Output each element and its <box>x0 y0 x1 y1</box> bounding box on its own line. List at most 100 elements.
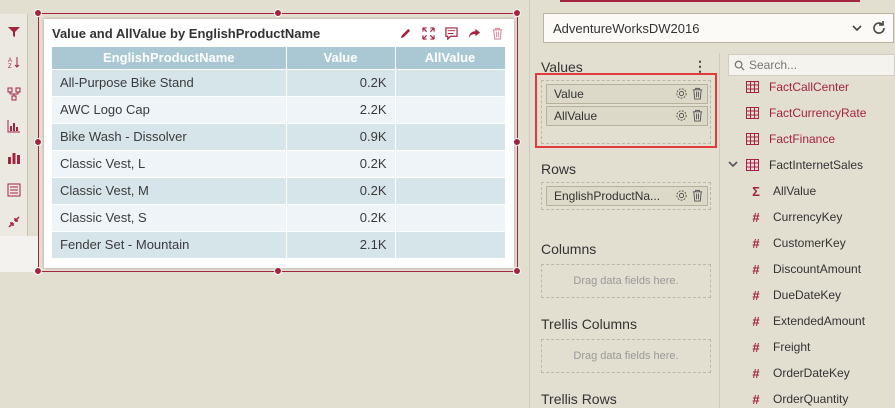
chart-settings-icon[interactable] <box>4 116 24 136</box>
gear-icon[interactable] <box>675 189 688 202</box>
drop-placeholder: Drag data fields here. <box>573 350 679 362</box>
fields-separator <box>719 53 720 408</box>
tree-item-table[interactable]: FactFinance <box>745 132 835 146</box>
tree-item-label: AllValue <box>773 184 817 198</box>
resize-handle[interactable] <box>34 138 42 146</box>
tree-item-label: Freight <box>773 340 811 354</box>
value-cell: 0.2K <box>286 203 396 231</box>
table-row: Bike Wash - Dissolver 0.9K <box>52 122 506 150</box>
table-row: Classic Vest, M 0.2K <box>52 176 506 204</box>
delete-icon[interactable] <box>489 25 506 42</box>
column-header[interactable]: EnglishProductName <box>52 47 287 69</box>
tree-item-field[interactable]: # ExtendedAmount <box>749 313 866 329</box>
tree-item-field[interactable]: # CurrencyKey <box>749 209 842 225</box>
tree-item-measure[interactable]: Σ AllValue <box>749 183 817 199</box>
tree-item-field[interactable]: # OrderDateKey <box>749 366 849 381</box>
share-icon[interactable] <box>466 25 483 42</box>
edit-icon[interactable] <box>397 25 414 42</box>
trash-icon[interactable] <box>691 189 704 202</box>
product-name-cell: Classic Vest, L <box>52 149 287 177</box>
rows-drop-zone[interactable]: EnglishProductNa... <box>541 182 711 210</box>
resize-handle[interactable] <box>513 267 521 275</box>
top-accent-bar <box>560 0 860 2</box>
tree-item-field[interactable]: # DiscountAmount <box>749 262 862 277</box>
grid-header-row: EnglishProductName Value AllValue <box>52 47 506 69</box>
allvalue-cell <box>395 122 506 150</box>
resize-handle[interactable] <box>274 9 282 17</box>
chevron-down-icon[interactable] <box>728 159 738 169</box>
sort-icon[interactable]: AZ <box>4 52 24 72</box>
datasource-select[interactable]: AdventureWorksDW2016 <box>543 13 894 43</box>
tree-item-label: DiscountAmount <box>773 262 862 276</box>
panel-separator <box>529 0 530 408</box>
trellis-columns-section-label: Trellis Columns <box>541 316 637 332</box>
table-row: Classic Vest, S 0.2K <box>52 203 506 231</box>
tree-item-field[interactable]: # CustomerKey <box>749 236 846 251</box>
resize-handle[interactable] <box>274 267 282 275</box>
rows-field-chip[interactable]: EnglishProductNa... <box>546 186 708 206</box>
columns-drop-zone[interactable]: Drag data fields here. <box>541 264 711 298</box>
product-name-cell: Classic Vest, M <box>52 176 287 204</box>
tree-item-field[interactable]: # Freight <box>749 339 811 355</box>
hash-icon: # <box>752 313 760 329</box>
hash-icon: # <box>752 391 760 407</box>
hierarchy-icon[interactable] <box>4 84 24 104</box>
drop-placeholder: Drag data fields here. <box>573 275 679 287</box>
search-icon <box>734 60 745 71</box>
tree-item-label: ExtendedAmount <box>773 314 866 328</box>
tree-item-table[interactable]: FactInternetSales <box>745 158 863 172</box>
table-icon <box>745 158 759 172</box>
column-header[interactable]: AllValue <box>395 47 506 69</box>
table-row: AWC Logo Cap 2.2K <box>52 95 506 123</box>
value-cell: 0.2K <box>286 149 396 177</box>
chevron-down-icon <box>852 25 862 32</box>
trellis-columns-drop-zone[interactable]: Drag data fields here. <box>541 339 711 373</box>
value-cell: 0.2K <box>286 176 396 204</box>
allvalue-cell <box>395 149 506 177</box>
resize-handle[interactable] <box>34 9 42 17</box>
resize-handle[interactable] <box>34 267 42 275</box>
filter-icon[interactable] <box>4 22 24 42</box>
allvalue-cell <box>395 176 506 204</box>
highlight-box <box>535 73 717 148</box>
tree-item-table[interactable]: FactCallCenter <box>745 80 849 94</box>
table-icon <box>745 106 759 120</box>
tree-item-label: FactCallCenter <box>769 80 850 94</box>
svg-text:Z: Z <box>8 64 12 69</box>
hash-icon: # <box>752 287 760 303</box>
allvalue-cell <box>395 95 506 123</box>
product-name-cell: All-Purpose Bike Stand <box>52 68 287 96</box>
tree-item-field[interactable]: # OrderQuantity <box>749 391 849 407</box>
tree-item-label: CustomerKey <box>773 236 846 250</box>
refresh-icon[interactable] <box>871 20 887 36</box>
resize-handle[interactable] <box>513 138 521 146</box>
tree-item-label: OrderQuantity <box>773 392 849 406</box>
canvas-strip <box>0 236 38 272</box>
properties-icon[interactable] <box>4 180 24 200</box>
collapse-icon[interactable] <box>4 212 24 232</box>
allvalue-cell <box>395 230 506 258</box>
table-icon <box>745 80 759 94</box>
tree-item-table[interactable]: FactCurrencyRate <box>745 106 866 120</box>
hash-icon: # <box>752 209 760 225</box>
allvalue-cell <box>395 68 506 96</box>
sigma-icon: Σ <box>752 183 760 199</box>
left-toolbar: AZ <box>0 14 28 236</box>
tree-item-label: DueDateKey <box>773 288 842 302</box>
allvalue-cell <box>395 203 506 231</box>
value-cell: 2.1K <box>286 230 396 258</box>
column-header[interactable]: Value <box>286 47 396 69</box>
product-name-cell: AWC Logo Cap <box>52 95 287 123</box>
product-name-cell: Bike Wash - Dissolver <box>52 122 287 150</box>
comment-icon[interactable] <box>443 25 460 42</box>
value-cell: 2.2K <box>286 95 396 123</box>
search-input[interactable]: Search... <box>728 54 895 76</box>
resize-handle[interactable] <box>513 9 521 17</box>
bar-chart-icon[interactable] <box>4 148 24 168</box>
widget-title: Value and AllValue by EnglishProductName <box>52 26 321 41</box>
expand-icon[interactable] <box>420 25 437 42</box>
tree-item-field[interactable]: # DueDateKey <box>749 287 842 303</box>
hash-icon: # <box>752 339 760 355</box>
value-cell: 0.2K <box>286 68 396 96</box>
table-widget[interactable]: Value and AllValue by EnglishProductName… <box>44 19 514 268</box>
